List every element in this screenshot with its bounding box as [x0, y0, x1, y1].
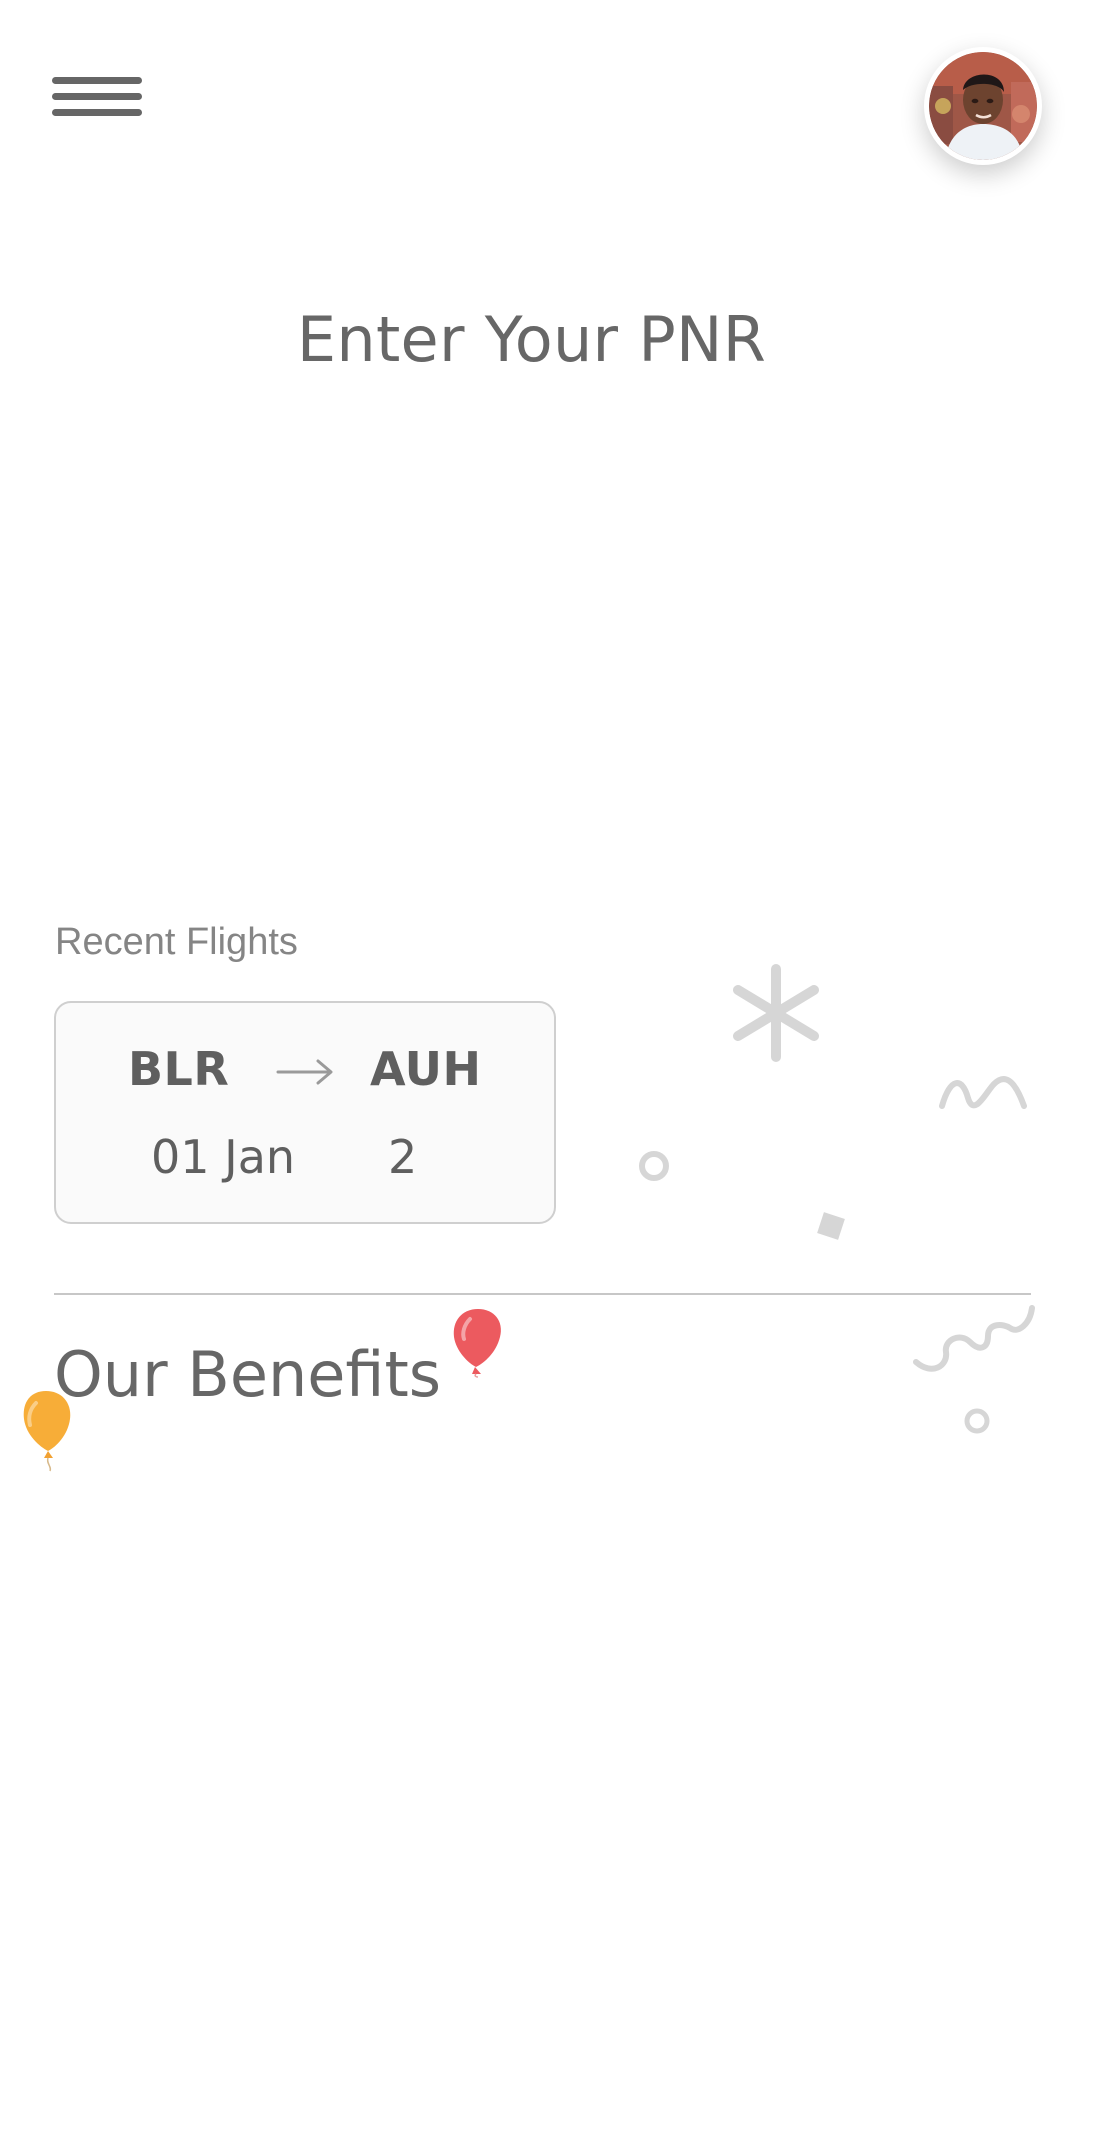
avatar-image-icon: [929, 52, 1037, 160]
orange-balloon-icon: [23, 1391, 71, 1472]
ring-confetti-icon: [964, 1408, 990, 1434]
curly-confetti-icon: [913, 1305, 1035, 1372]
hamburger-menu-button[interactable]: [52, 73, 144, 127]
recent-flight-card[interactable]: BLR AUH 01 Jan 2: [54, 1001, 556, 1224]
page-title: Enter Your PNR: [296, 303, 767, 376]
section-divider: [54, 1293, 1031, 1295]
flight-date: 01 Jan: [151, 1130, 296, 1184]
pnr-entry-screen: Enter Your PNR Recent Flights BLR AUH 01…: [0, 0, 1094, 2142]
asterisk-confetti-icon: [733, 964, 819, 1062]
menu-line-icon: [52, 109, 142, 116]
square-confetti-icon: [817, 1212, 845, 1240]
benefits-title: Our Benefits: [54, 1338, 442, 1411]
red-balloon-icon: [453, 1309, 501, 1378]
squiggle-confetti-icon: [939, 1076, 1027, 1109]
passenger-count: 2: [388, 1130, 418, 1184]
profile-avatar[interactable]: [924, 47, 1042, 165]
arrow-right-icon: [276, 1059, 333, 1085]
destination-airport-code: AUH: [370, 1042, 482, 1096]
recent-flights-label: Recent Flights: [55, 921, 298, 963]
menu-line-icon: [52, 93, 142, 100]
ring-confetti-icon: [639, 1151, 669, 1181]
origin-airport-code: BLR: [128, 1042, 230, 1096]
menu-line-icon: [52, 77, 142, 84]
